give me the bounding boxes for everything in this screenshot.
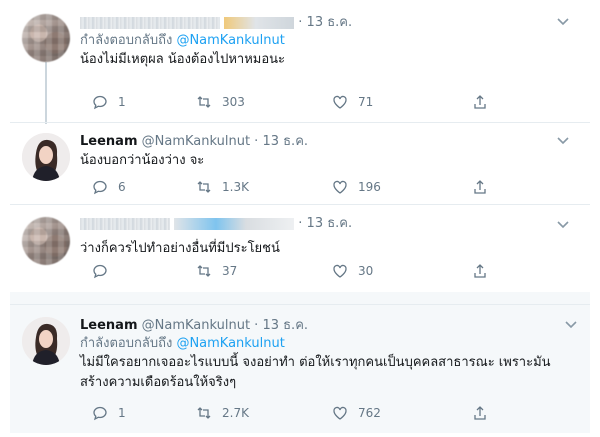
heart-icon [333, 406, 347, 420]
tweet-header: Leenam @NamKankulnut · 13 ธ.ค. [80, 317, 576, 335]
like-button[interactable]: 196 [332, 179, 381, 195]
reply-icon [93, 264, 107, 279]
reply-icon [93, 406, 107, 421]
retweet-icon [197, 407, 211, 419]
tweet-text: น้องบอกว่าน้องว่าง จะ [80, 153, 205, 168]
share-icon [474, 406, 486, 420]
replying-to: กำลังตอบกลับถึง @NamKankulnut [80, 33, 285, 48]
redacted-handle [174, 217, 295, 230]
share-button[interactable] [472, 405, 488, 421]
tweet-actions: 1 303 71 [92, 94, 512, 114]
redacted-handle [224, 16, 295, 29]
tweet-header: Leenam @NamKankulnut · 13 ธ.ค. [80, 133, 568, 151]
reply-icon [93, 180, 107, 195]
avatar[interactable] [22, 14, 70, 62]
reply-count: 1 [118, 406, 126, 420]
retweet-count: 1.3K [222, 180, 249, 194]
share-button[interactable] [472, 263, 488, 279]
avatar[interactable] [22, 133, 70, 181]
like-button[interactable]: 762 [332, 405, 381, 421]
retweet-button[interactable]: 37 [196, 263, 237, 279]
like-button[interactable]: 71 [332, 94, 373, 110]
heart-icon [333, 180, 347, 194]
redacted-name [80, 16, 220, 29]
tweet-text-line-2: สร้างความเดือดร้อนให้จริงๆ [80, 375, 237, 390]
replying-to: กำลังตอบกลับถึง @NamKankulnut [80, 336, 285, 351]
reply-count: 6 [118, 180, 126, 194]
mention-link[interactable]: @NamKankulnut [176, 336, 284, 351]
like-button[interactable]: 30 [332, 263, 373, 279]
share-icon [474, 180, 486, 194]
share-icon [474, 95, 486, 109]
like-count: 762 [358, 406, 381, 420]
retweet-count: 2.7K [222, 406, 249, 420]
chevron-down-icon[interactable] [556, 133, 570, 151]
reply-button[interactable]: 6 [92, 179, 126, 195]
share-button[interactable] [472, 94, 488, 110]
tweet-actions: 37 30 [92, 263, 512, 283]
share-button[interactable] [472, 179, 488, 195]
reply-icon [93, 95, 107, 110]
tweet-date: · 13 ธ.ค. [298, 216, 353, 231]
share-icon [474, 264, 486, 278]
chevron-down-icon[interactable] [564, 317, 578, 335]
display-name[interactable]: Leenam [80, 134, 138, 149]
tweet-header: · 13 ธ.ค. [80, 215, 568, 233]
reply-button[interactable] [92, 263, 118, 279]
retweet-icon [197, 96, 211, 108]
retweet-button[interactable]: 1.3K [196, 179, 249, 195]
section-gap [10, 292, 590, 304]
tweet-text: น้องไม่มีเหตุผล น้องต้องไปหาหมอนะ [80, 52, 286, 67]
mention-link[interactable]: @NamKankulnut [176, 33, 284, 48]
tweet-4[interactable]: Leenam @NamKankulnut · 13 ธ.ค. กำลังตอบก… [10, 305, 590, 433]
handle-and-date: @NamKankulnut · 13 ธ.ค. [141, 134, 309, 149]
tweet-actions: 1 2.7K 762 [92, 405, 512, 425]
handle-and-date: @NamKankulnut · 13 ธ.ค. [141, 318, 309, 333]
tweet-date: · 13 ธ.ค. [298, 15, 353, 30]
retweet-count: 37 [222, 264, 238, 278]
reply-button[interactable]: 1 [92, 94, 126, 110]
like-count: 71 [358, 95, 374, 109]
tweet-3[interactable]: · 13 ธ.ค. ว่างก็ควรไปทำอย่างอื่นที่มีประ… [12, 205, 582, 287]
like-count: 30 [358, 264, 374, 278]
tweet-text-line-1: ไม่มีใครอยากเจออะไรแบบนี้ จงอย่าทำ ต่อให… [80, 355, 551, 370]
tweet-text: ว่างก็ควรไปทำอย่างอื่นที่มีประโยชน์ [80, 241, 280, 256]
avatar[interactable] [22, 217, 70, 265]
redacted-name [80, 217, 170, 230]
chevron-down-icon[interactable] [556, 217, 570, 235]
display-name[interactable]: Leenam [80, 318, 138, 333]
reply-button[interactable]: 1 [92, 405, 126, 421]
like-count: 196 [358, 180, 381, 194]
retweet-icon [197, 181, 211, 193]
tweet-actions: 6 1.3K 196 [92, 179, 512, 199]
heart-icon [333, 95, 347, 109]
tweet-2[interactable]: Leenam @NamKankulnut · 13 ธ.ค. น้องบอกว่… [12, 123, 582, 203]
heart-icon [333, 264, 347, 278]
avatar[interactable] [22, 317, 70, 365]
retweet-icon [197, 265, 211, 277]
tweet-1[interactable]: · 13 ธ.ค. กำลังตอบกลับถึง @NamKankulnut … [12, 0, 582, 120]
retweet-button[interactable]: 2.7K [196, 405, 249, 421]
retweet-button[interactable]: 303 [196, 94, 245, 110]
reply-count: 1 [118, 95, 126, 109]
tweet-header: · 13 ธ.ค. [80, 14, 568, 32]
retweet-count: 303 [222, 95, 245, 109]
chevron-down-icon[interactable] [556, 14, 570, 32]
